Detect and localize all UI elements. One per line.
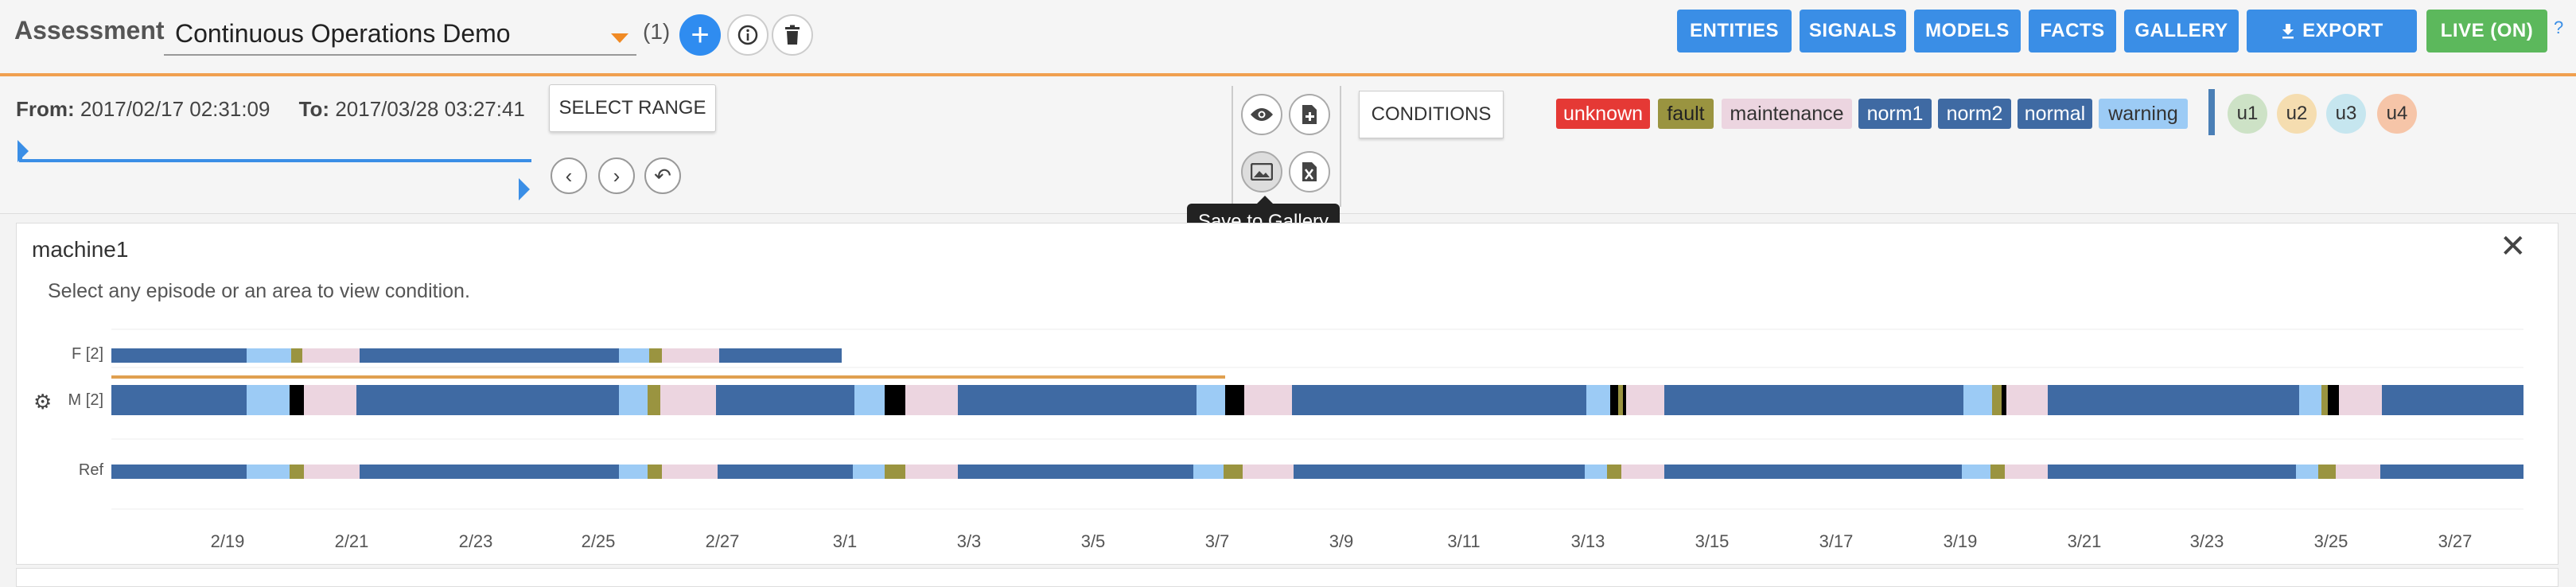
x-tick: 3/21 <box>2067 531 2102 551</box>
x-tick: 3/3 <box>956 531 982 551</box>
x-tick: 3/15 <box>1695 531 1730 551</box>
x-tick: 3/25 <box>2313 531 2348 551</box>
row-ref[interactable] <box>111 465 2523 479</box>
x-tick: 3/11 <box>1447 531 1481 551</box>
x-tick: 3/1 <box>832 531 858 551</box>
x-tick: 3/23 <box>2189 531 2224 551</box>
x-tick: 3/17 <box>1819 531 1854 551</box>
x-tick: 3/7 <box>1204 531 1230 551</box>
x-tick: 3/5 <box>1080 531 1106 551</box>
x-tick: 2/21 <box>334 531 369 551</box>
x-tick: 2/27 <box>705 531 740 551</box>
x-tick: 2/19 <box>210 531 245 551</box>
timeline-chart[interactable] <box>0 0 2576 585</box>
x-tick: 3/27 <box>2438 531 2473 551</box>
row-m[interactable] <box>111 385 2523 415</box>
x-tick: 2/23 <box>458 531 493 551</box>
x-tick: 3/13 <box>1570 531 1605 551</box>
x-tick: 2/25 <box>581 531 616 551</box>
x-tick: 3/9 <box>1329 531 1354 551</box>
next-panel <box>16 568 2558 587</box>
x-tick: 3/19 <box>1943 531 1978 551</box>
row-f[interactable] <box>111 348 842 363</box>
